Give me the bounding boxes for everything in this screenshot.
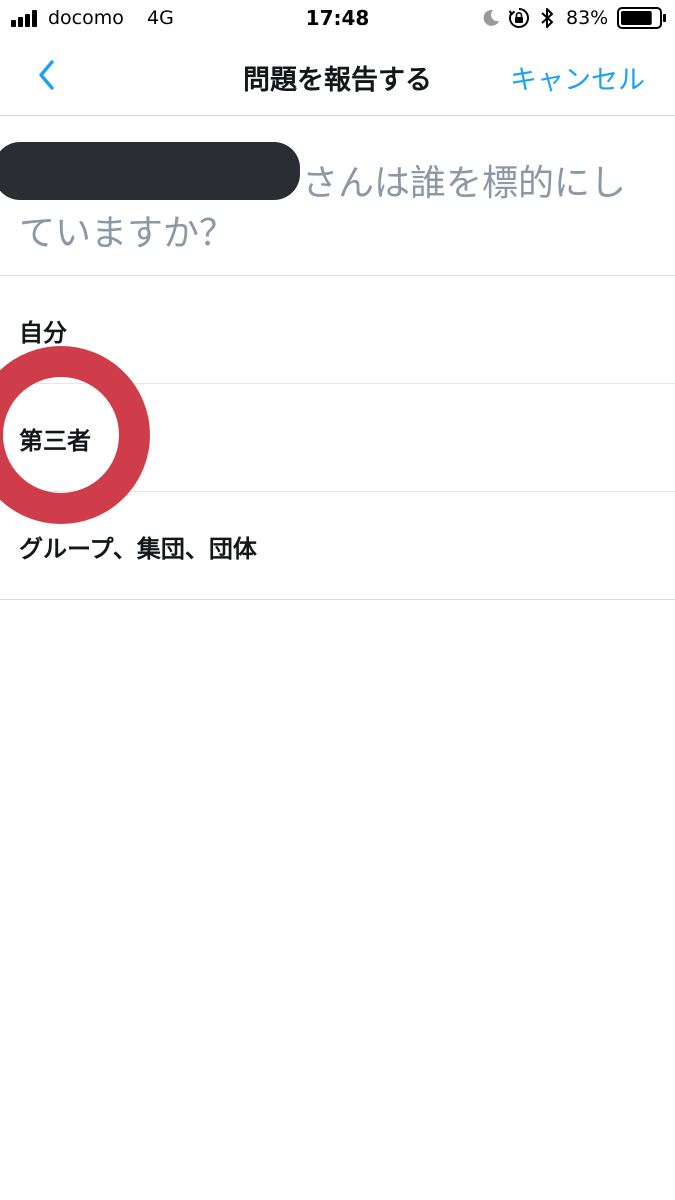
option-label: 自分 [19, 319, 67, 347]
option-label: 第三者 [19, 427, 91, 455]
status-bar: docomo 4G 17:48 83% [0, 0, 675, 38]
battery-percent: 83% [566, 7, 609, 29]
option-self[interactable]: 自分 [0, 276, 675, 384]
battery-icon [617, 7, 666, 29]
bluetooth-icon [541, 8, 553, 28]
redacted-username [0, 142, 300, 200]
moon-icon [483, 9, 499, 26]
cancel-button[interactable]: キャンセル [510, 58, 645, 97]
option-label: グループ、集団、団体 [19, 535, 257, 563]
question-text-line1: さんは誰を標的にし [302, 163, 627, 204]
option-third-party[interactable]: 第三者 [0, 384, 675, 492]
option-group[interactable]: グループ、集団、団体 [0, 492, 675, 600]
orientation-lock-icon [508, 8, 529, 28]
question-prompt: さんは誰を標的にし ていますか？ [0, 116, 675, 276]
question-text-line2: ていますか？ [19, 213, 236, 254]
navigation-bar: 問題を報告する キャンセル [0, 38, 675, 116]
